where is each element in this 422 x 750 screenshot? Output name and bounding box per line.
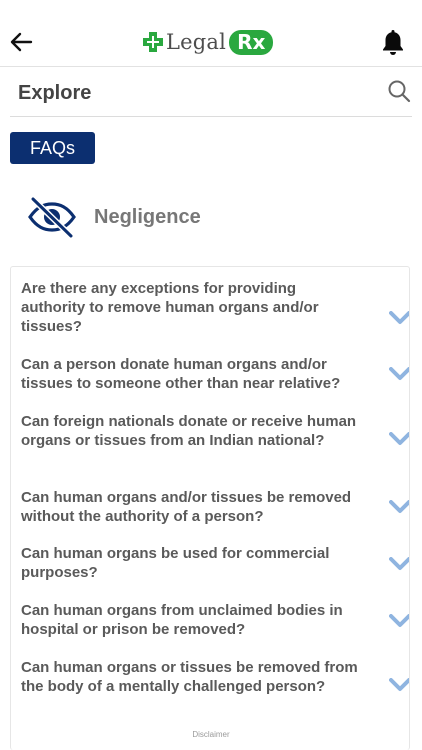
faq-question: Can human organs or tissues be removed f…: [21, 659, 358, 695]
faq-question: Can foreign nationals donate or receive …: [21, 413, 357, 449]
chevron-down-icon[interactable]: [389, 678, 410, 692]
disclaimer-link[interactable]: Disclaimer: [0, 730, 422, 739]
app-logo: Legal Rx: [142, 28, 274, 56]
faqs-button[interactable]: FAQs: [10, 132, 95, 164]
explore-title: Explore: [18, 82, 92, 104]
faq-question: Can human organs be used for commercial …: [21, 545, 330, 581]
faq-question: Can a person donate human organs and/or …: [21, 356, 341, 392]
medical-cross-icon: [143, 32, 163, 52]
logo-badge: Rx: [229, 29, 274, 55]
chevron-down-icon[interactable]: [389, 557, 410, 571]
category-title: Negligence: [94, 206, 201, 228]
chevron-down-icon[interactable]: [389, 367, 410, 381]
chevron-down-icon[interactable]: [389, 432, 410, 446]
eye-slash-icon: [28, 196, 76, 238]
faq-list: Are there any exceptions for providing a…: [10, 266, 410, 750]
arrow-left-icon[interactable]: [9, 31, 33, 53]
faq-question: Are there any exceptions for providing a…: [21, 280, 319, 335]
divider: [10, 116, 412, 117]
search-icon[interactable]: [387, 79, 411, 103]
faq-question: Can human organs and/or tissues be remov…: [21, 489, 352, 525]
faq-question: Can human organs from unclaimed bodies i…: [21, 602, 343, 638]
chevron-down-icon[interactable]: [389, 311, 410, 325]
chevron-down-icon[interactable]: [389, 500, 410, 514]
chevron-down-icon[interactable]: [389, 614, 410, 628]
bell-icon[interactable]: [380, 28, 406, 56]
logo-wordmark: Legal: [166, 30, 227, 54]
app-header: Legal Rx: [0, 0, 422, 67]
